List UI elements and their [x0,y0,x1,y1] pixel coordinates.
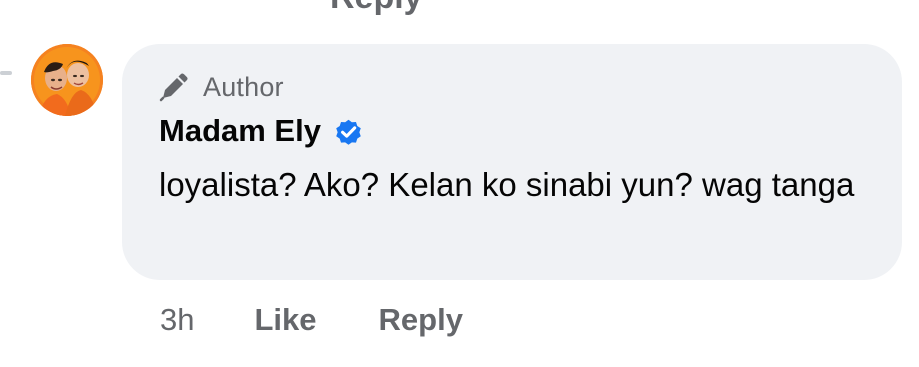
avatar[interactable] [31,44,103,116]
author-badge: Author [159,70,902,104]
reply-button[interactable]: Reply [379,302,463,338]
comment-header: Madam Ely [159,112,902,150]
verified-icon [333,116,364,147]
comment-actions: 3h Like Reply [160,302,463,338]
author-badge-label: Author [203,71,284,102]
avatar-image [31,44,103,116]
author-name[interactable]: Madam Ely [159,113,321,149]
comment-bubble: Author Madam Ely loyalista? Ako? Kelan k… [122,44,902,280]
comment-timestamp[interactable]: 3h [160,302,194,338]
pen-icon [159,72,189,102]
previous-reply-link-cut[interactable]: Reply [330,0,423,17]
thread-connector-line [0,71,12,75]
like-button[interactable]: Like [254,302,316,338]
comment-text: loyalista? Ako? Kelan ko sinabi yun? wag… [159,166,855,203]
